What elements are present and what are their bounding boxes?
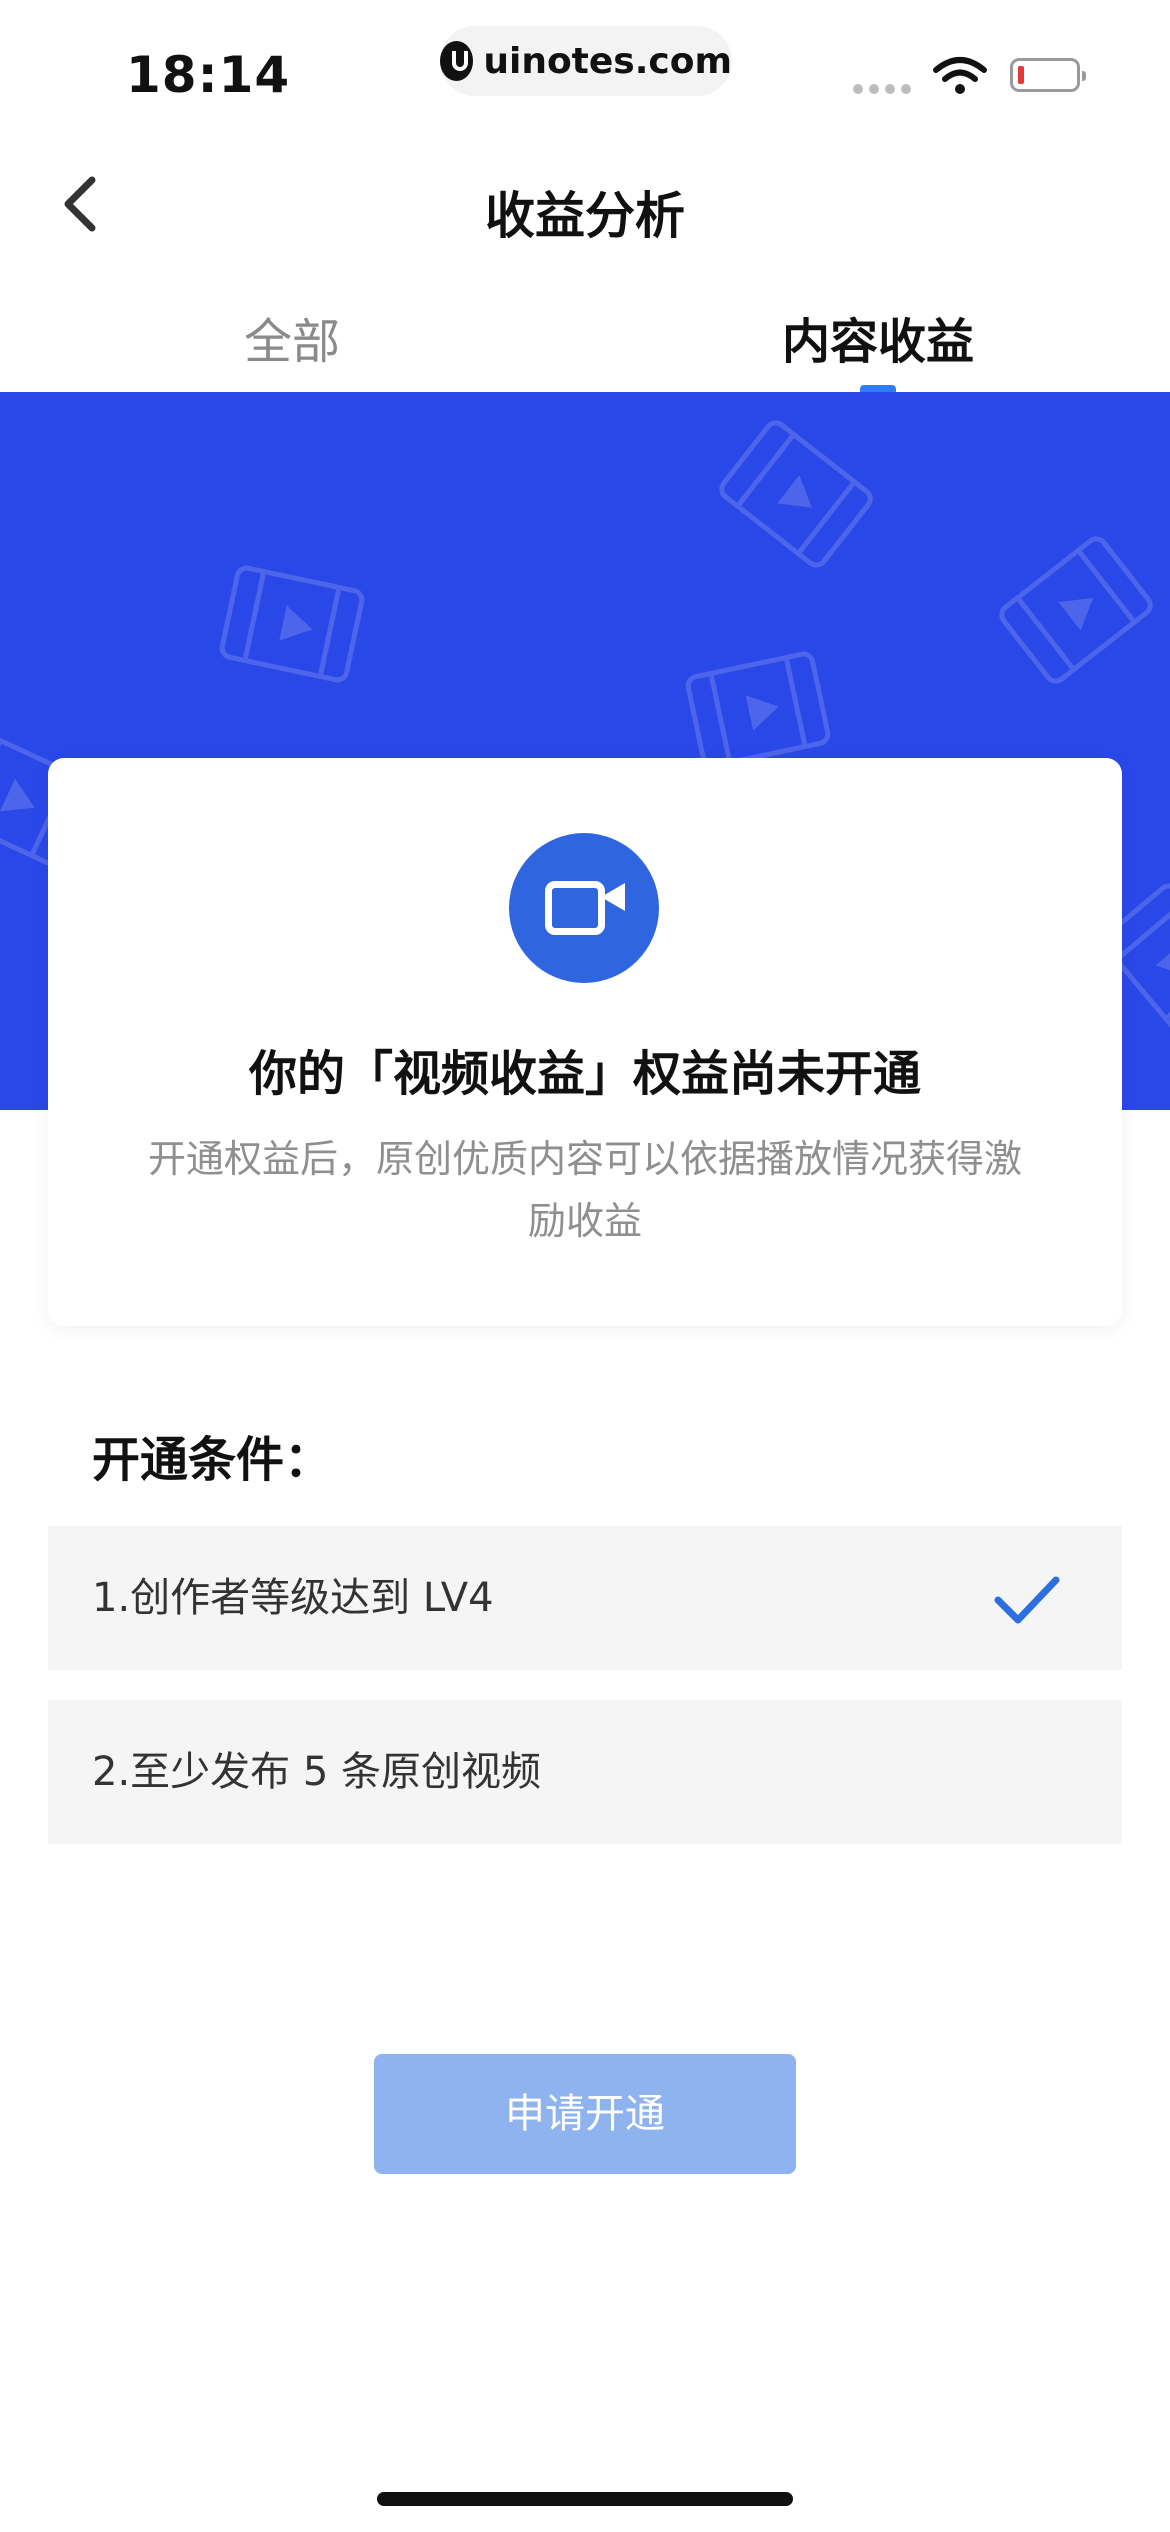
condition-row: 2.至少发布 5 条原创视频 <box>48 1700 1122 1844</box>
battery-icon <box>1010 58 1086 92</box>
card-title: 你的「视频收益」权益尚未开通 <box>248 1046 921 1102</box>
url-pill[interactable]: uinotes.com <box>440 26 732 96</box>
card-description: 开通权益后，原创优质内容可以依据播放情况获得激励收益 <box>148 1137 1023 1243</box>
cellular-signal-icon <box>853 84 911 94</box>
film-decor-icon <box>994 531 1158 689</box>
condition-label: 1.创作者等级达到 LV4 <box>92 1575 494 1621</box>
condition-label: 2.至少发布 5 条原创视频 <box>92 1749 542 1795</box>
conditions-title: 开通条件： <box>92 1432 333 1488</box>
tab-all[interactable]: 全部 <box>192 302 392 372</box>
condition-row: 1.创作者等级达到 LV4 <box>48 1526 1122 1670</box>
page-title: 收益分析 <box>485 187 685 245</box>
status-time: 18:14 <box>126 46 291 104</box>
wifi-icon <box>932 56 988 100</box>
film-decor-icon <box>714 415 878 573</box>
benefit-card: 你的「视频收益」权益尚未开通 开通权益后，原创优质内容可以依据播放情况获得激励收… <box>48 758 1122 1326</box>
film-decor-icon <box>217 563 367 685</box>
url-text: uinotes.com <box>483 40 732 82</box>
checkmark-icon <box>994 1576 1060 1624</box>
tab-content-revenue[interactable]: 内容收益 <box>770 302 986 372</box>
apply-button[interactable]: 申请开通 <box>374 2054 796 2174</box>
film-decor-icon <box>683 649 833 771</box>
site-logo-icon <box>440 41 474 81</box>
home-indicator[interactable] <box>377 2492 793 2506</box>
video-camera-icon <box>509 833 659 983</box>
